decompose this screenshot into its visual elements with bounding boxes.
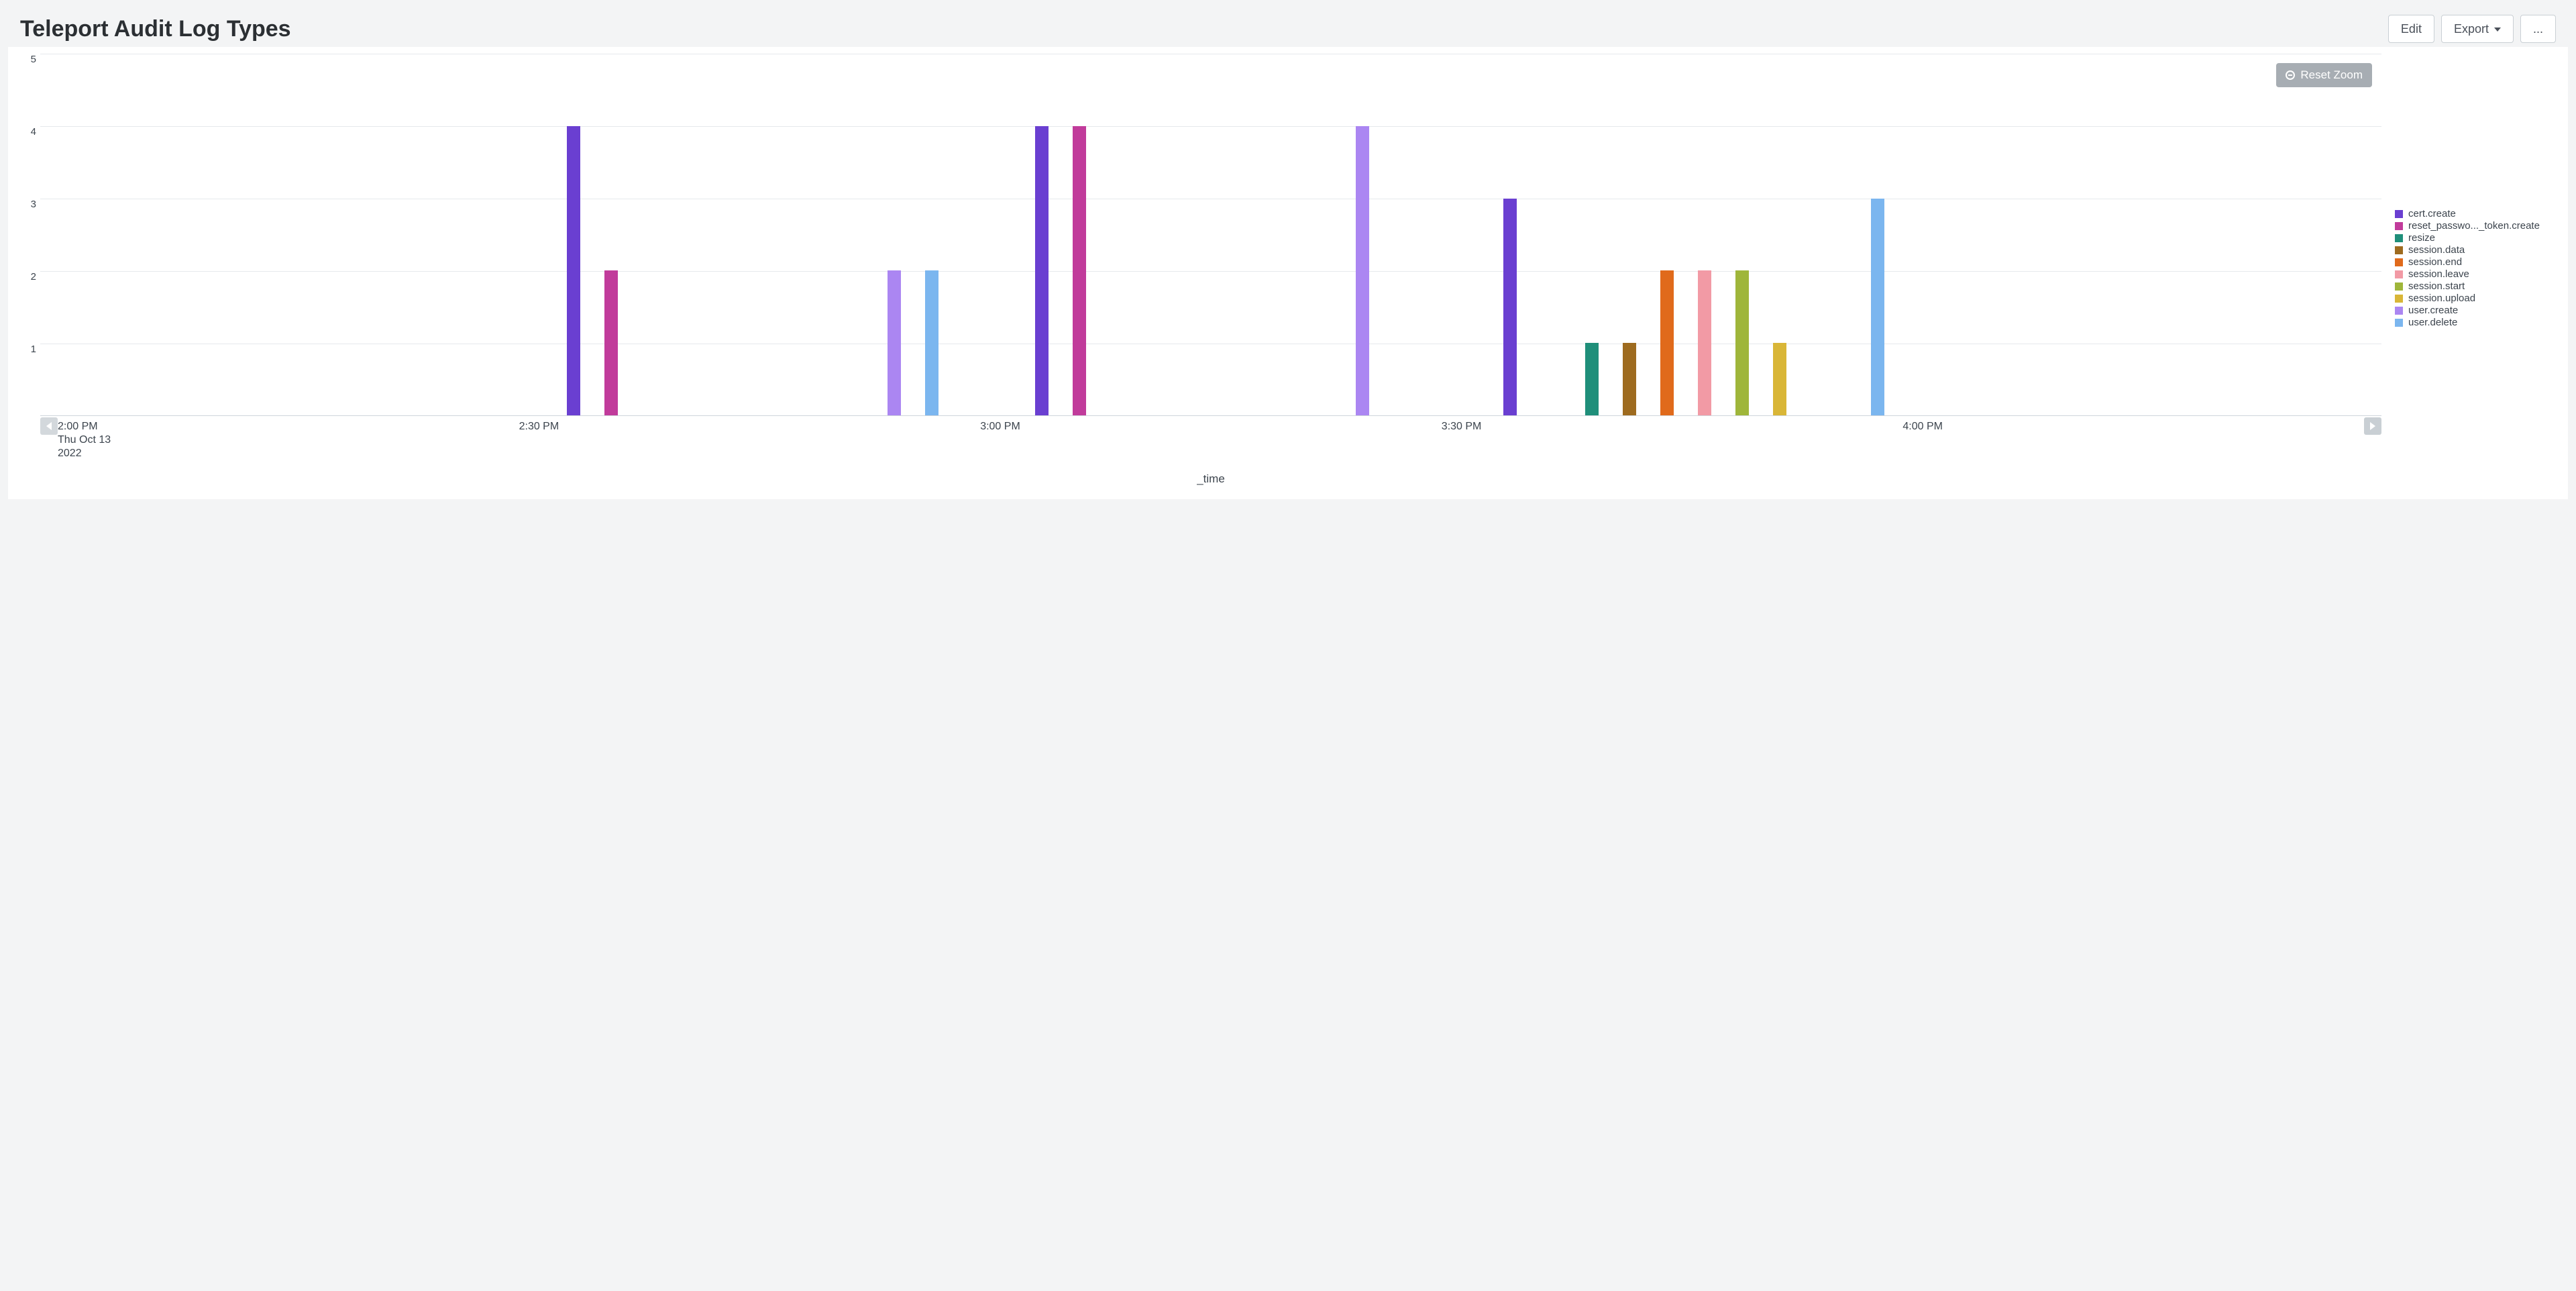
bar[interactable] [1356, 126, 1369, 415]
export-button-label: Export [2454, 22, 2489, 36]
legend-swatch [2395, 234, 2403, 242]
bar[interactable] [1623, 343, 1636, 415]
chevron-right-icon [2370, 422, 2375, 430]
legend-label: user.delete [2408, 317, 2457, 328]
bar[interactable] [604, 270, 618, 415]
legend-label: reset_passwo..._token.create [2408, 220, 2540, 231]
bar[interactable] [1035, 126, 1049, 415]
legend-item[interactable]: user.delete [2395, 317, 2556, 328]
bar[interactable] [1503, 199, 1517, 415]
bar[interactable] [888, 270, 901, 415]
export-button[interactable]: Export [2441, 15, 2514, 43]
legend-item[interactable]: session.upload [2395, 293, 2556, 304]
legend-swatch [2395, 307, 2403, 315]
bar[interactable] [1871, 199, 1884, 415]
bar[interactable] [1735, 270, 1749, 415]
x-axis-row: 2:00 PMThu Oct 132022 2:30 PM 3:00 PM 3:30 … [40, 417, 2381, 458]
legend-label: cert.create [2408, 208, 2456, 219]
plot-column: Reset Zoom 2:00 PMThu Oct 132022 2:30 PM 3… [40, 54, 2381, 486]
bar[interactable] [1698, 270, 1711, 415]
edit-button-label: Edit [2401, 22, 2422, 36]
bar[interactable] [1773, 343, 1786, 415]
y-axis: 12345 [20, 54, 40, 416]
legend-item[interactable]: cert.create [2395, 208, 2556, 219]
legend-label: session.leave [2408, 268, 2469, 280]
bar[interactable] [1660, 270, 1674, 415]
legend-label: session.end [2408, 256, 2462, 268]
bar[interactable] [1073, 126, 1086, 415]
legend-swatch [2395, 295, 2403, 303]
bars-layer [40, 54, 2381, 415]
x-tick: 4:00 PM [1902, 420, 1943, 433]
legend-swatch [2395, 258, 2403, 266]
bar[interactable] [567, 126, 580, 415]
more-button[interactable]: ... [2520, 15, 2556, 43]
legend-swatch [2395, 319, 2403, 327]
more-button-label: ... [2533, 22, 2543, 36]
prev-time-button[interactable] [40, 417, 58, 435]
bar[interactable] [925, 270, 938, 415]
legend-label: session.data [2408, 244, 2465, 256]
legend-item[interactable]: user.create [2395, 305, 2556, 316]
chart-body: 12345 Reset Zoom 2:00 PMThu Oct 1320222:… [20, 54, 2556, 486]
bar[interactable] [1585, 343, 1599, 415]
x-tick: 3:30 PM [1442, 420, 1482, 433]
legend-item[interactable]: resize [2395, 232, 2556, 244]
legend-item[interactable]: session.leave [2395, 268, 2556, 280]
header-actions: Edit Export ... [2388, 15, 2556, 43]
legend-swatch [2395, 222, 2403, 230]
plot-area[interactable]: Reset Zoom [40, 54, 2381, 416]
legend-item[interactable]: session.end [2395, 256, 2556, 268]
page-title: Teleport Audit Log Types [20, 16, 291, 42]
legend-label: resize [2408, 232, 2435, 244]
chevron-left-icon [46, 422, 52, 430]
caret-down-icon [2494, 28, 2501, 32]
legend-label: session.upload [2408, 293, 2475, 304]
legend-label: user.create [2408, 305, 2458, 316]
edit-button[interactable]: Edit [2388, 15, 2434, 43]
x-tick: 2:00 PMThu Oct 132022 [58, 420, 111, 460]
panel: Teleport Audit Log Types Edit Export ...… [8, 8, 2568, 499]
next-time-button[interactable] [2364, 417, 2381, 435]
chart: 12345 Reset Zoom 2:00 PMThu Oct 1320222:… [8, 47, 2568, 499]
legend: cert.createreset_passwo..._token.creater… [2381, 54, 2556, 486]
legend-item[interactable]: session.data [2395, 244, 2556, 256]
legend-swatch [2395, 246, 2403, 254]
x-ticks: 2:00 PMThu Oct 132022 2:30 PM 3:00 PM 3:30 … [58, 417, 2364, 458]
legend-item[interactable]: reset_passwo..._token.create [2395, 220, 2556, 231]
header: Teleport Audit Log Types Edit Export ... [8, 8, 2568, 47]
legend-label: session.start [2408, 280, 2465, 292]
legend-swatch [2395, 210, 2403, 218]
x-axis-label: _time [40, 472, 2381, 486]
legend-item[interactable]: session.start [2395, 280, 2556, 292]
legend-swatch [2395, 270, 2403, 278]
x-tick: 2:30 PM [519, 420, 559, 433]
x-tick: 3:00 PM [980, 420, 1020, 433]
legend-swatch [2395, 282, 2403, 291]
